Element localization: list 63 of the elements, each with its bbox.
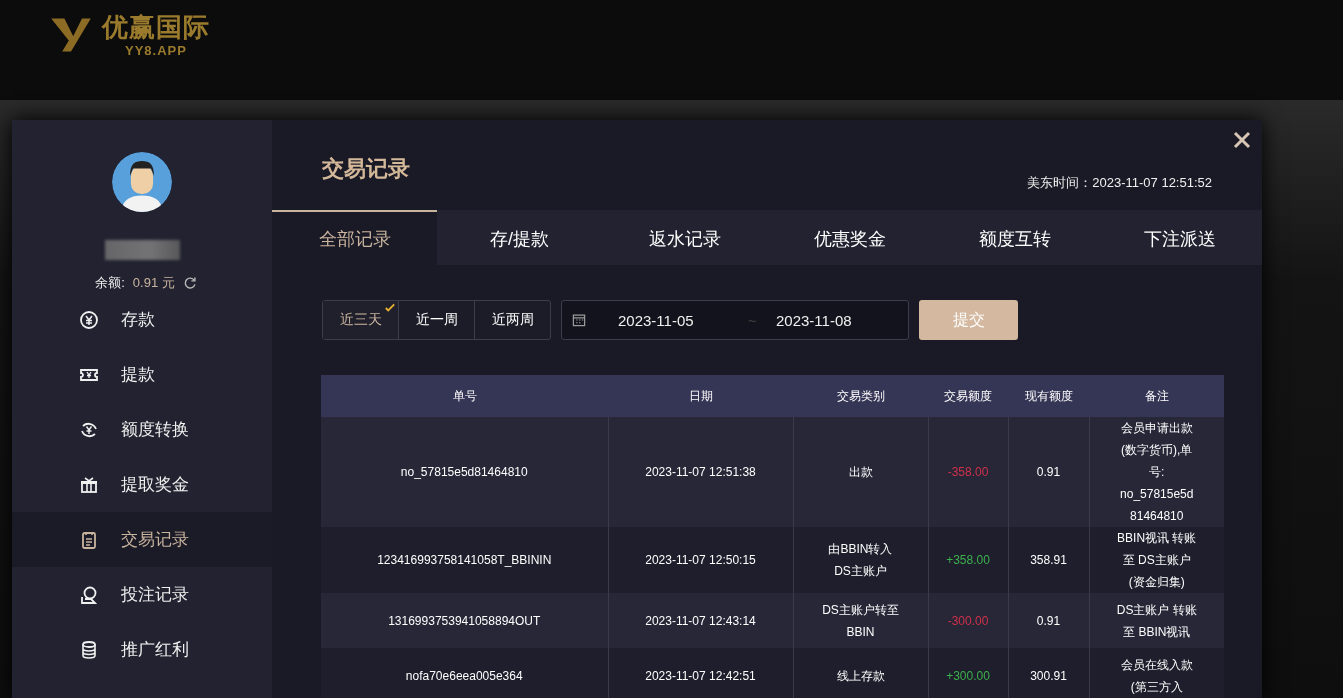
page-title: 交易记录 (322, 155, 410, 183)
table-cell: 0.91 (1008, 417, 1089, 527)
tab[interactable]: 全部记录 (272, 210, 437, 265)
tab[interactable]: 优惠奖金 (767, 210, 932, 265)
range-button[interactable]: 近两周 (475, 301, 550, 339)
table-cell: nofa70e6eea005e364 (321, 648, 608, 698)
table-cell: DS主账户转至 BBIN (793, 593, 928, 648)
tab[interactable]: 返水记录 (602, 210, 767, 265)
column-header: 备注 (1089, 375, 1224, 417)
date-range-field[interactable]: 2023-11-05 ~ 2023-11-08 (561, 300, 909, 340)
tab[interactable]: 下注派送 (1097, 210, 1262, 265)
column-header: 单号 (321, 375, 608, 417)
table-cell: 出款 (793, 417, 928, 527)
tab[interactable]: 存/提款 (437, 210, 602, 265)
sidebar-item[interactable]: 推广红利 (12, 622, 272, 677)
sidebar-item[interactable]: 提款 (12, 347, 272, 402)
hand-coin-icon (79, 584, 99, 605)
logo-text: 优赢国际 (102, 11, 210, 44)
column-header: 日期 (608, 375, 793, 417)
range-button[interactable]: 近三天 (323, 301, 399, 339)
clipboard-icon (79, 529, 99, 550)
coin-icon (79, 309, 99, 330)
table-cell: 2023-11-07 12:43:14 (608, 593, 793, 648)
sidebar-item[interactable]: 存款 (12, 292, 272, 347)
calendar-icon (572, 313, 586, 327)
coin-stack-icon (79, 639, 99, 660)
sidebar-item[interactable]: 提取奖金 (12, 457, 272, 512)
table-cell: 由BBIN转入 DS主账户 (793, 527, 928, 593)
table-cell: 2023-11-07 12:51:38 (608, 417, 793, 527)
table-cell: 123416993758141058T_BBININ (321, 527, 608, 593)
table-cell: +358.00 (928, 527, 1008, 593)
refresh-icon (182, 276, 197, 290)
table-cell: 会员申请出款 (数字货币),单 号: no_57815e5d 81464810 (1089, 417, 1224, 527)
avatar (112, 152, 172, 212)
table-cell: DS主账户 转账 至 BBIN视讯 (1089, 593, 1224, 648)
table-cell: no_57815e5d81464810 (321, 417, 608, 527)
table-cell: 300.91 (1008, 648, 1089, 698)
table-cell: 会员在线入款 (第三方入 (1089, 648, 1224, 698)
gift-icon (79, 474, 99, 495)
column-header: 交易额度 (928, 375, 1008, 417)
table-cell: 线上存款 (793, 648, 928, 698)
table-cell: +300.00 (928, 648, 1008, 698)
sidebar-item[interactable]: 投注记录 (12, 567, 272, 622)
table-cell: 2023-11-07 12:42:51 (608, 648, 793, 698)
logo-subtext: YY8.APP (125, 43, 187, 58)
table-cell: BBIN视讯 转账 至 DS主账户 (资金归集) (1089, 527, 1224, 593)
sidebar-item[interactable]: 交易记录 (12, 512, 272, 567)
table-cell: -358.00 (928, 417, 1008, 527)
balance-label: 余额: (95, 274, 125, 292)
range-button[interactable]: 近一周 (399, 301, 475, 339)
table-cell: 2023-11-07 12:50:15 (608, 527, 793, 593)
tab[interactable]: 额度互转 (932, 210, 1097, 265)
close-icon (1232, 130, 1252, 150)
balance-value: 0.91 元 (132, 274, 175, 292)
table-cell: -300.00 (928, 593, 1008, 648)
table-cell: 1316993753941058894OUT (321, 593, 608, 648)
column-header: 现有额度 (1008, 375, 1089, 417)
check-icon (384, 302, 396, 314)
column-header: 交易类别 (793, 375, 928, 417)
table-cell: 358.91 (1008, 527, 1089, 593)
server-time: 美东时间：2023-11-07 12:51:52 (1027, 174, 1212, 192)
table-cell: 0.91 (1008, 593, 1089, 648)
sidebar-item[interactable]: 额度转换 (12, 402, 272, 457)
